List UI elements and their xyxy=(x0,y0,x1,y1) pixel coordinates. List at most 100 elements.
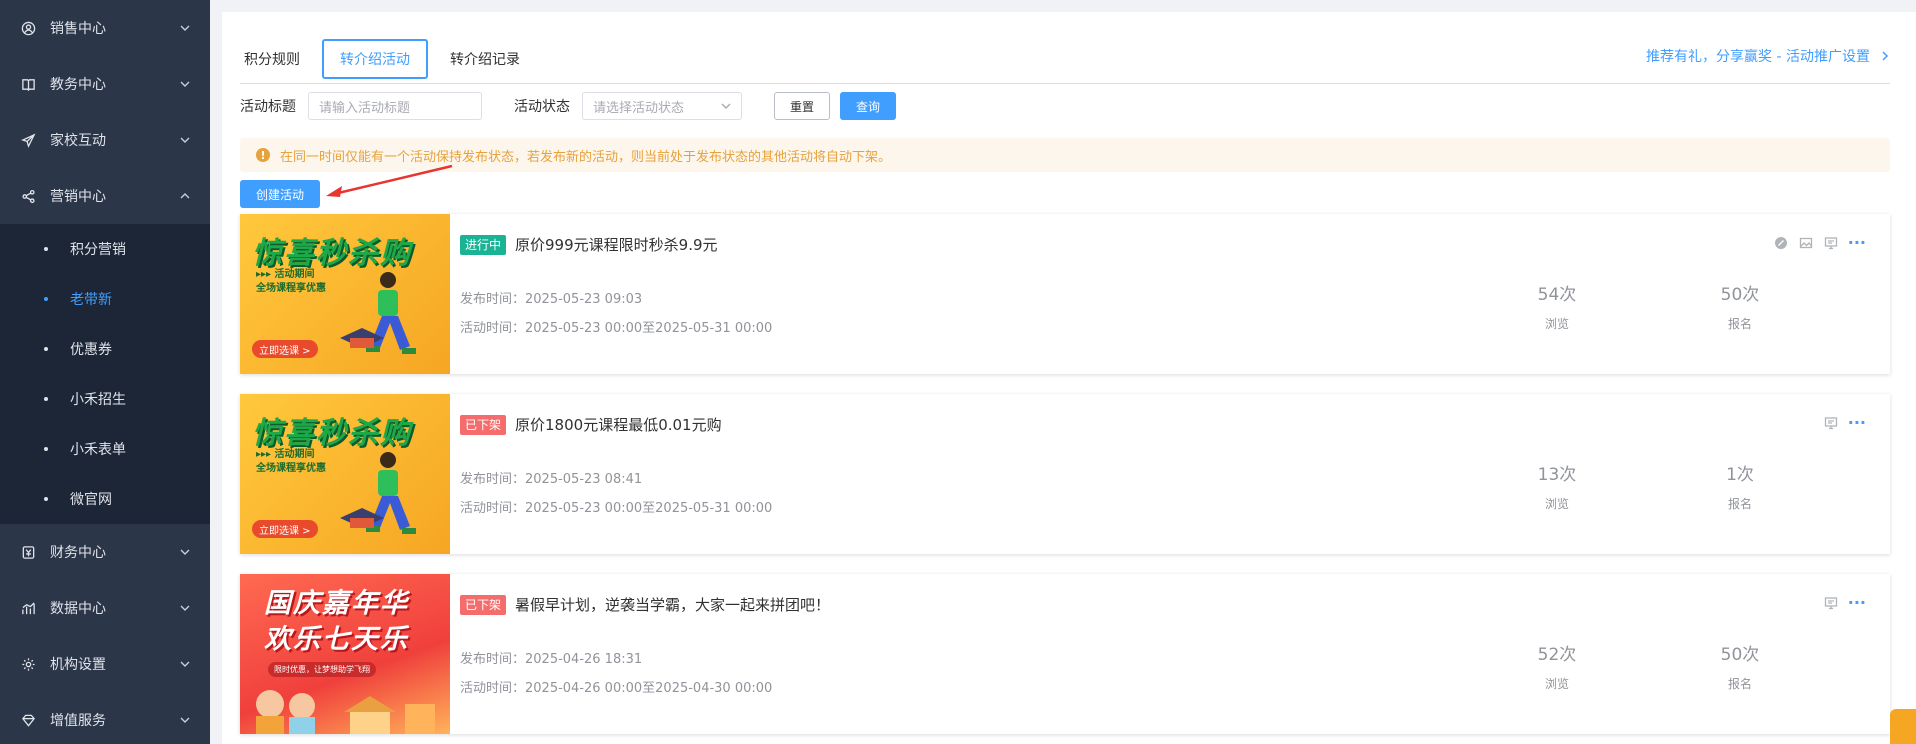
sub-item-referral[interactable]: 老带新 xyxy=(0,274,210,324)
menu-finance[interactable]: 财务中心 xyxy=(0,524,210,580)
query-button[interactable]: 查询 xyxy=(840,92,896,120)
filter-bar: 活动标题 请输入活动标题 活动状态 请选择活动状态 重置 查询 xyxy=(240,90,896,122)
menu-sales[interactable]: 销售中心 xyxy=(0,0,210,56)
tab-referral-activity[interactable]: 转介绍活动 xyxy=(322,38,428,79)
signups-label: 报名 xyxy=(1727,677,1752,691)
views-count: 13次 xyxy=(1537,465,1577,485)
sub-item-label: 老带新 xyxy=(70,292,112,308)
chevron-down-icon xyxy=(721,103,731,109)
views-count: 52次 xyxy=(1537,645,1577,665)
thumb-headline-1: 国庆嘉年华 xyxy=(264,588,409,619)
publish-time: 发布时间：2025-04-26 18:31 xyxy=(460,652,643,667)
signups-count: 50次 xyxy=(1720,645,1760,665)
views-label: 浏览 xyxy=(1544,317,1569,331)
menu-label: 数据中心 xyxy=(50,601,106,617)
user-circle-icon xyxy=(20,20,36,36)
image-icon[interactable] xyxy=(1799,236,1813,250)
sub-item-coupon[interactable]: 优惠券 xyxy=(0,324,210,374)
activity-title[interactable]: 原价999元课程限时秒杀9.9元 xyxy=(515,234,718,255)
share-icon xyxy=(20,188,36,204)
red-arrow-annotation xyxy=(326,164,453,197)
tab-points-rules[interactable]: 积分规则 xyxy=(240,39,316,79)
tab-referral-records[interactable]: 转介绍记录 xyxy=(434,39,536,79)
more-icon[interactable]: ··· xyxy=(1848,235,1866,251)
bullet-icon xyxy=(44,447,48,451)
bullet-icon xyxy=(44,247,48,251)
thumb-line2: 全场课程享优惠 xyxy=(256,283,326,294)
title-search-input[interactable]: 请输入活动标题 xyxy=(308,92,482,120)
status-select[interactable]: 请选择活动状态 xyxy=(582,92,742,120)
activity-time: 活动时间：2025-05-23 00:00至2025-05-31 00:00 xyxy=(460,321,773,336)
monitor-icon[interactable] xyxy=(1824,236,1838,250)
more-icon[interactable]: ··· xyxy=(1848,415,1866,431)
monitor-icon[interactable] xyxy=(1824,596,1838,610)
sub-item-enrollment[interactable]: 小禾招生 xyxy=(0,374,210,424)
chevron-down-icon xyxy=(180,23,190,33)
chevron-up-icon xyxy=(180,191,190,201)
bullet-icon xyxy=(44,297,48,301)
activity-title[interactable]: 原价1800元课程最低0.01元购 xyxy=(515,414,722,435)
activity-time: 活动时间：2025-05-23 00:00至2025-05-31 00:00 xyxy=(460,501,773,516)
activity-content: 已下架 原价1800元课程最低0.01元购 发布时间：2025-05-23 08… xyxy=(450,394,1890,554)
sub-item-label: 优惠券 xyxy=(70,342,112,358)
thumb-headline: 惊喜秒杀购 xyxy=(252,236,412,271)
promo-settings-link[interactable]: 推荐有礼，分享赢奖 - 活动推广设置 xyxy=(1646,46,1890,66)
status-select-placeholder: 请选择活动状态 xyxy=(593,100,685,116)
thumb-line1: ▸▸▸ 活动期间 xyxy=(256,449,315,460)
sub-item-label: 微官网 xyxy=(70,492,112,508)
menu-label: 教务中心 xyxy=(50,77,106,93)
thumb-cta: 立即选课 > xyxy=(252,340,318,358)
activity-card[interactable]: 国庆嘉年华 欢乐七天乐 限时优惠，让梦想助学飞翔 已下架 暑假早计划，逆袭当学霸，… xyxy=(240,574,1890,734)
status-badge: 已下架 xyxy=(460,414,507,435)
signups-stat: 50次 报名 xyxy=(1700,280,1780,332)
thumb-headline: 惊喜秒杀购 xyxy=(252,416,412,451)
status-filter-label: 活动状态 xyxy=(514,99,570,115)
sub-item-points-marketing[interactable]: 积分营销 xyxy=(0,224,210,274)
menu-value-added[interactable]: 增值服务 xyxy=(0,692,210,744)
more-icon[interactable]: ··· xyxy=(1848,595,1866,611)
notice-bar: ! 在同一时间仅能有一个活动保持发布状态，若发布新的活动，则当前处于发布状态的其… xyxy=(240,138,1890,172)
gear-icon xyxy=(20,656,36,672)
student-illustration xyxy=(340,452,416,534)
paper-plane-icon xyxy=(20,132,36,148)
customer-service-icon[interactable] xyxy=(1890,709,1916,744)
menu-data[interactable]: 数据中心 xyxy=(0,580,210,636)
reset-button[interactable]: 重置 xyxy=(774,92,830,120)
thumb-headline: 国庆嘉年华欢乐七天乐 xyxy=(264,586,409,658)
menu-home-school[interactable]: 家校互动 xyxy=(0,112,210,168)
thumb-lines: ▸▸▸ 活动期间 全场课程享优惠 xyxy=(256,448,326,476)
thumb-line2: 全场课程享优惠 xyxy=(256,463,326,474)
signups-label: 报名 xyxy=(1727,317,1752,331)
activity-thumbnail: 国庆嘉年华 欢乐七天乐 限时优惠，让梦想助学飞翔 xyxy=(240,574,450,734)
card-actions: ··· xyxy=(1813,595,1866,611)
activity-card[interactable]: 惊喜秒杀购 ▸▸▸ 活动期间 全场课程享优惠 立即选课 > 已下架 原价1800元… xyxy=(240,394,1890,554)
bullet-icon xyxy=(44,347,48,351)
chevron-down-icon xyxy=(180,603,190,613)
status-badge: 进行中 xyxy=(460,234,507,255)
thumb-headline-2: 欢乐七天乐 xyxy=(264,624,409,655)
main-panel: 积分规则 转介绍活动 转介绍记录 推荐有礼，分享赢奖 - 活动推广设置 活动标题… xyxy=(222,12,1916,744)
monitor-icon[interactable] xyxy=(1824,416,1838,430)
sub-item-microsite[interactable]: 微官网 xyxy=(0,474,210,524)
chevron-down-icon xyxy=(180,79,190,89)
student-illustration xyxy=(340,272,416,354)
activity-title[interactable]: 暑假早计划，逆袭当学霸，大家一起来拼团吧！ xyxy=(515,594,830,615)
menu-marketing[interactable]: 营销中心 xyxy=(0,168,210,224)
sub-item-label: 小禾招生 xyxy=(70,392,126,408)
menu-settings[interactable]: 机构设置 xyxy=(0,636,210,692)
sub-item-label: 小禾表单 xyxy=(70,442,126,458)
menu-label: 销售中心 xyxy=(50,21,106,37)
sub-item-form[interactable]: 小禾表单 xyxy=(0,424,210,474)
views-label: 浏览 xyxy=(1544,497,1569,511)
link-icon[interactable] xyxy=(1774,236,1788,250)
create-activity-button[interactable]: 创建活动 xyxy=(240,180,320,208)
signups-stat: 1次 报名 xyxy=(1700,460,1780,512)
chart-icon xyxy=(20,600,36,616)
menu-academic[interactable]: 教务中心 xyxy=(0,56,210,112)
signups-label: 报名 xyxy=(1727,497,1752,511)
chevron-down-icon xyxy=(180,547,190,557)
promo-link-label: 推荐有礼，分享赢奖 - 活动推广设置 xyxy=(1646,49,1870,65)
activity-card[interactable]: 惊喜秒杀购 ▸▸▸ 活动期间 全场课程享优惠 立即选课 > 进行中 原价999元课… xyxy=(240,214,1890,374)
card-actions: ··· xyxy=(1813,415,1866,431)
activity-title-row: 已下架 暑假早计划，逆袭当学霸，大家一起来拼团吧！ xyxy=(460,594,830,615)
